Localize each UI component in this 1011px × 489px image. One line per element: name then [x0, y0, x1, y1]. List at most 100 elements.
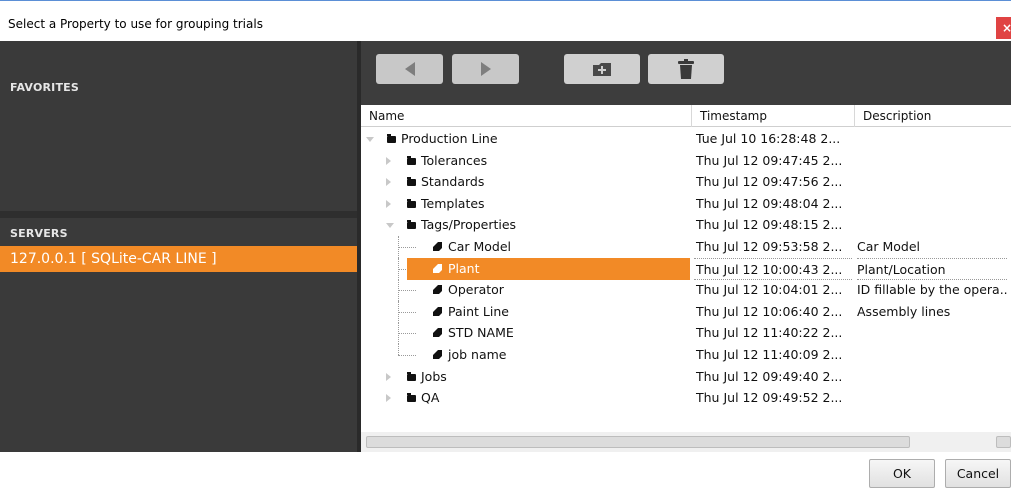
- description-cell: [857, 322, 1007, 344]
- name-cell: Plant: [361, 258, 690, 280]
- name-cell: Templates: [361, 193, 690, 215]
- ok-button[interactable]: OK: [869, 459, 935, 488]
- folder-icon: [407, 393, 416, 402]
- tag-icon: [433, 242, 442, 251]
- triangle-left-icon: [404, 62, 415, 76]
- row-name: Tolerances: [421, 153, 488, 168]
- trash-icon: [678, 59, 694, 79]
- tree-row[interactable]: Jobs Thu Jul 12 09:49:40 2...: [361, 366, 1011, 388]
- forward-button[interactable]: [452, 54, 519, 84]
- tag-icon: [433, 350, 442, 359]
- tree-connector: [398, 344, 399, 355]
- left-panel: FAVORITES SERVERS 127.0.0.1 [ SQLite-CAR…: [0, 41, 361, 452]
- scrollbar-end[interactable]: [996, 436, 1011, 448]
- tree-connector: [398, 247, 416, 248]
- collapsed-arrow-icon[interactable]: [386, 157, 391, 165]
- description-cell: Plant/Location: [857, 258, 1007, 280]
- expanded-arrow-icon[interactable]: [386, 223, 394, 228]
- row-name: Paint Line: [448, 304, 509, 319]
- new-folder-button[interactable]: [564, 54, 640, 84]
- name-cell: Car Model: [361, 236, 690, 258]
- row-name: Templates: [421, 196, 485, 211]
- tree-row[interactable]: Car Model Thu Jul 12 09:53:58 2... Car Mod…: [361, 236, 1011, 258]
- row-name: Production Line: [401, 131, 498, 146]
- row-name: Plant: [448, 261, 480, 276]
- tree-row[interactable]: QA Thu Jul 12 09:49:52 2...: [361, 387, 1011, 409]
- scrollbar-thumb[interactable]: [366, 436, 910, 448]
- delete-button[interactable]: [648, 54, 724, 84]
- tree-row[interactable]: Paint Line Thu Jul 12 10:06:40 2... Assemb…: [361, 301, 1011, 323]
- horizontal-scrollbar[interactable]: [361, 432, 1011, 452]
- column-header-name[interactable]: Name: [361, 105, 692, 127]
- timestamp-cell: Thu Jul 12 09:49:40 2...: [696, 369, 843, 384]
- favorites-header: FAVORITES: [10, 81, 79, 94]
- folder-icon: [407, 199, 416, 208]
- tree-connector: [398, 355, 416, 356]
- row-name: Car Model: [448, 239, 512, 254]
- collapsed-arrow-icon[interactable]: [386, 373, 391, 381]
- row-name: STD NAME: [448, 325, 514, 340]
- table-header: Name Timestamp Description: [361, 105, 1011, 127]
- name-cell: Production Line: [361, 128, 690, 150]
- column-header-description[interactable]: Description: [855, 105, 1011, 127]
- description-cell: Assembly lines: [857, 304, 951, 319]
- tree-row[interactable]: Standards Thu Jul 12 09:47:56 2...: [361, 171, 1011, 193]
- toolbar: [361, 41, 1011, 105]
- tree-row[interactable]: Templates Thu Jul 12 09:48:04 2...: [361, 193, 1011, 215]
- tree-row-selected[interactable]: Plant Thu Jul 12 10:00:43 2... Plant/Locat…: [361, 258, 1011, 280]
- expanded-arrow-icon[interactable]: [366, 137, 374, 142]
- folder-icon: [407, 177, 416, 186]
- folder-icon: [407, 372, 416, 381]
- tree-row[interactable]: Tags/Properties Thu Jul 12 09:48:15 2...: [361, 214, 1011, 236]
- timestamp-cell: Thu Jul 12 09:49:52 2...: [696, 390, 843, 405]
- description-cell: [857, 171, 1007, 193]
- tree-row[interactable]: Production Line Tue Jul 10 16:28:48 2...: [361, 128, 1011, 150]
- back-button[interactable]: [376, 54, 443, 84]
- tree-connector: [398, 290, 416, 291]
- row-name: Operator: [448, 282, 504, 297]
- section-divider: [0, 211, 361, 218]
- timestamp-cell: Thu Jul 12 10:00:43 2...: [694, 258, 852, 280]
- tag-icon: [433, 328, 442, 337]
- collapsed-arrow-icon[interactable]: [386, 178, 391, 186]
- title-bar: Select a Property to use for grouping tr…: [0, 0, 1011, 41]
- timestamp-cell: Thu Jul 12 09:48:15 2...: [696, 217, 843, 232]
- timestamp-cell: Thu Jul 12 10:04:01 2...: [696, 282, 843, 297]
- collapsed-arrow-icon[interactable]: [386, 200, 391, 208]
- tree-row[interactable]: Tolerances Thu Jul 12 09:47:45 2...: [361, 150, 1011, 172]
- tree-row[interactable]: Operator Thu Jul 12 10:04:01 2... ID filla…: [361, 279, 1011, 301]
- timestamp-cell: Thu Jul 12 09:47:45 2...: [696, 153, 843, 168]
- row-name: Tags/Properties: [421, 217, 517, 232]
- tag-icon: [433, 285, 442, 294]
- description-cell: [857, 344, 1007, 366]
- tree-row[interactable]: STD NAME Thu Jul 12 11:40:22 2...: [361, 322, 1011, 344]
- servers-header: SERVERS: [10, 227, 68, 240]
- timestamp-cell: Thu Jul 12 11:40:09 2...: [696, 347, 843, 362]
- row-name: job name: [448, 347, 507, 362]
- description-cell: [857, 366, 1007, 388]
- server-item-selected[interactable]: 127.0.0.1 [ SQLite-CAR LINE ]: [0, 246, 357, 272]
- tree-row[interactable]: job name Thu Jul 12 11:40:09 2...: [361, 344, 1011, 366]
- dialog-buttons: OK Cancel: [0, 452, 1011, 489]
- tree-connector: [398, 333, 416, 334]
- timestamp-cell: Thu Jul 12 09:48:04 2...: [696, 196, 843, 211]
- cancel-button[interactable]: Cancel: [945, 459, 1011, 488]
- triangle-right-icon: [480, 62, 491, 76]
- browser-panel: Name Timestamp Description Production Li…: [361, 41, 1011, 452]
- description-cell: [857, 214, 1007, 236]
- folder-icon: [407, 156, 416, 165]
- name-cell: Jobs: [361, 366, 690, 388]
- close-button[interactable]: ×: [996, 17, 1011, 39]
- description-cell: [857, 193, 1007, 215]
- name-cell: Tolerances: [361, 150, 690, 172]
- description-cell: Car Model: [857, 239, 921, 254]
- row-name: Standards: [421, 174, 485, 189]
- name-cell: job name: [361, 344, 690, 366]
- name-cell: STD NAME: [361, 322, 690, 344]
- description-cell: [857, 128, 1007, 150]
- folder-icon: [407, 220, 416, 229]
- timestamp-cell: Thu Jul 12 10:06:40 2...: [696, 304, 843, 319]
- collapsed-arrow-icon[interactable]: [386, 394, 391, 402]
- row-name: Jobs: [421, 369, 447, 384]
- column-header-timestamp[interactable]: Timestamp: [692, 105, 855, 127]
